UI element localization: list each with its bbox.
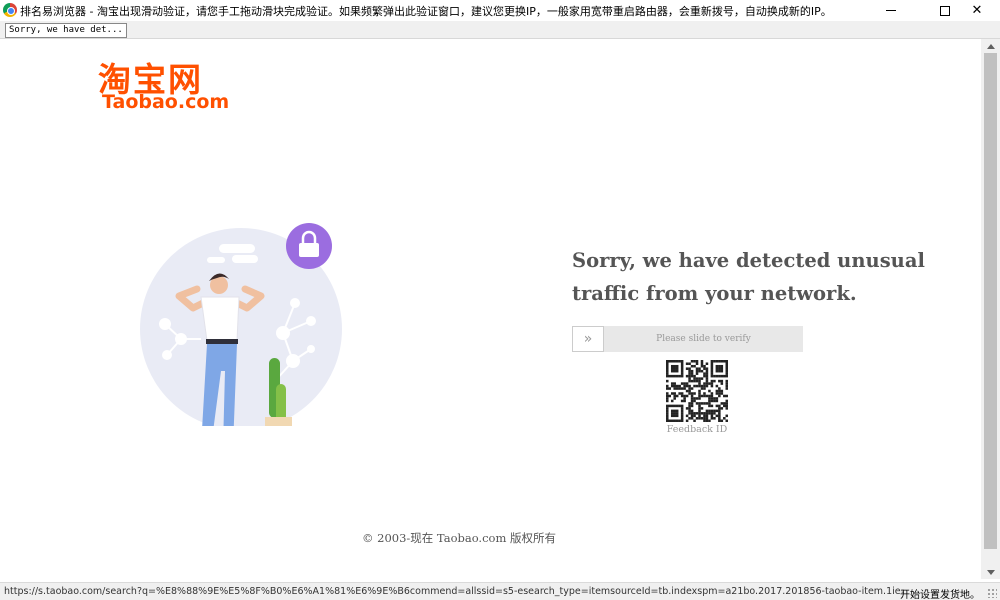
status-url: https://s.taobao.com/search?q=%E8%88%9E%… bbox=[4, 586, 904, 597]
page-viewport: 淘宝网 Taobao.com Sorry, we have detected u… bbox=[0, 39, 981, 579]
scrollbar-thumb[interactable] bbox=[984, 53, 997, 549]
cloud-shape bbox=[207, 257, 225, 263]
tab-bar: Sorry, we have det... bbox=[0, 21, 1000, 39]
feedback-id-label: Feedback ID bbox=[666, 424, 728, 435]
cloud-shape bbox=[232, 255, 258, 263]
resize-grip-icon[interactable] bbox=[987, 588, 997, 598]
lock-icon bbox=[286, 223, 332, 269]
slide-verify-handle[interactable]: » bbox=[572, 326, 604, 352]
error-headline: Sorry, we have detected unusual traffic … bbox=[572, 249, 925, 305]
copyright-footer: © 2003-现在 Taobao.com 版权所有 bbox=[361, 531, 557, 545]
arrow-down-icon bbox=[986, 569, 995, 575]
status-message: 开始设置发货地。 bbox=[900, 590, 980, 600]
slide-verify-text: Please slide to verify bbox=[656, 334, 751, 344]
minimize-icon bbox=[886, 10, 896, 11]
scroll-up-button[interactable] bbox=[981, 39, 1000, 53]
tab-current[interactable]: Sorry, we have det... bbox=[5, 23, 127, 38]
close-button[interactable]: ✕ bbox=[954, 0, 1000, 21]
window-titlebar: 排名易浏览器 - 淘宝出现滑动验证，请您手工拖动滑块完成验证。如果频繁弹出此验证… bbox=[0, 0, 1000, 21]
arrow-up-icon bbox=[986, 43, 995, 49]
maximize-icon bbox=[940, 5, 950, 16]
minimize-button[interactable] bbox=[868, 0, 914, 21]
window-title: 排名易浏览器 - 淘宝出现滑动验证，请您手工拖动滑块完成验证。如果频繁弹出此验证… bbox=[20, 5, 832, 18]
slide-verify-track[interactable]: » Please slide to verify bbox=[572, 326, 803, 352]
taobao-logo[interactable]: 淘宝网 Taobao.com bbox=[98, 53, 233, 113]
confused-person-illustration bbox=[140, 223, 342, 426]
logo-english-text: Taobao.com bbox=[102, 91, 230, 113]
qr-code bbox=[666, 360, 728, 422]
browser-app-icon bbox=[3, 3, 17, 17]
vertical-scrollbar[interactable] bbox=[981, 39, 1000, 579]
scroll-down-button[interactable] bbox=[981, 565, 1000, 579]
cloud-shape bbox=[219, 244, 255, 253]
status-bar: https://s.taobao.com/search?q=%E8%88%9E%… bbox=[0, 582, 1000, 600]
